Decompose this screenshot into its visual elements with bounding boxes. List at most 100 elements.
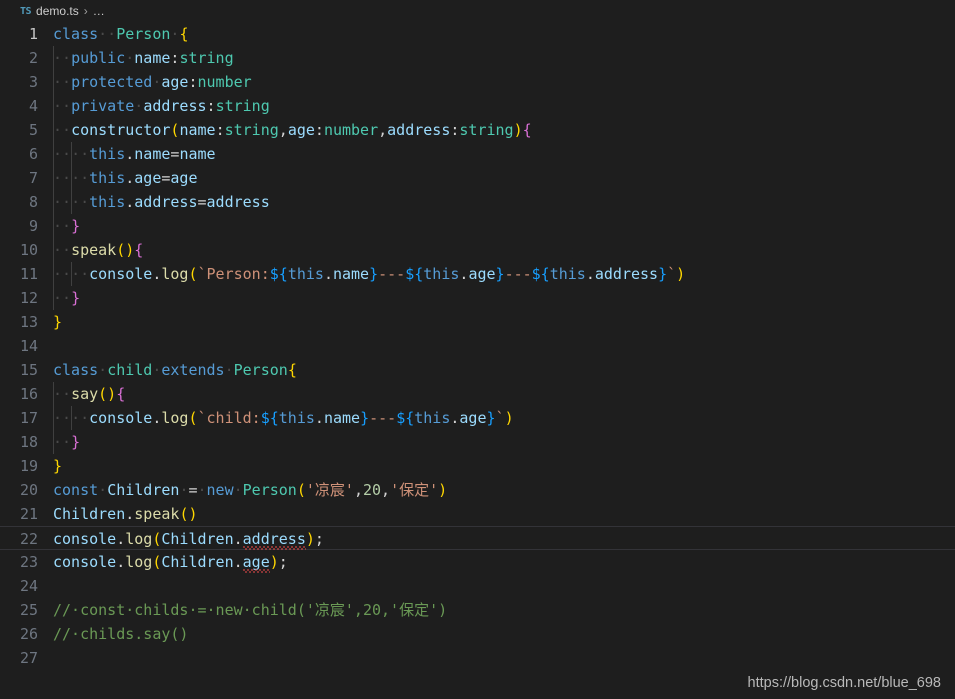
code-line[interactable]: 6 ····this.name=name [0,142,955,166]
code-line[interactable]: 5 ··constructor(name:string,age:number,ad… [0,118,955,142]
line-number: 18 [19,433,38,451]
code-token: this [423,265,460,283]
line-number: 23 [19,553,38,571]
code-token: address [143,97,207,115]
code-line-content[interactable] [52,334,955,358]
line-number: 9 [28,217,38,235]
code-line-content[interactable]: ··} [52,286,955,310]
code-token: console [89,409,153,427]
line-number: 15 [19,361,38,379]
line-number: 1 [28,25,38,43]
code-line[interactable]: 7 ····this.age=age [0,166,955,190]
code-line-content[interactable] [52,574,955,598]
code-line[interactable]: 26 //·childs.say() [0,622,955,646]
code-token: 20 [362,481,382,499]
code-line[interactable]: 15 class·child·extends·Person{ [0,358,955,382]
code-line[interactable]: 12 ··} [0,286,955,310]
code-line-content[interactable]: ····console.log(`Person:${this.name}---$… [52,262,955,286]
code-line-content[interactable]: class··Person·{ [52,22,955,46]
code-line[interactable]: 1 class··Person·{ [0,22,955,46]
code-token: string [215,97,270,115]
code-token: string [224,121,279,139]
code-token: Person: [206,265,270,283]
code-line[interactable]: 11 ····console.log(`Person:${this.name}--… [0,262,955,286]
code-token: console [53,530,117,548]
code-token: { [116,385,126,403]
code-line[interactable]: 19} [0,454,955,478]
code-line[interactable]: 13} [0,310,955,334]
line-number: 27 [19,649,38,667]
code-line-content[interactable]: console.log(Children.address); [52,527,955,549]
code-line[interactable]: 22 console.log(Children.address); [0,526,955,550]
code-line-content[interactable]: Children.speak() [52,502,955,526]
code-token: name [179,121,216,139]
code-line-content[interactable]: ··protected·age:number [52,70,955,94]
code-line-content[interactable]: ··private·address:string [52,94,955,118]
code-line-content[interactable] [52,646,955,670]
code-line-content[interactable]: //·childs.say() [52,622,955,646]
code-token: . [323,265,333,283]
line-number: 4 [28,97,38,115]
line-number: 8 [28,193,38,211]
code-token: log [125,530,153,548]
code-line-content[interactable]: //·const·childs·=·new·child('凉宸',20,'保定'… [52,598,955,622]
code-line-content[interactable]: } [52,454,955,478]
code-token: ${ [396,409,415,427]
code-token: = [197,193,207,211]
code-token: number [323,121,379,139]
code-line[interactable]: 2 ··public·name:string [0,46,955,70]
code-line[interactable]: 14 [0,334,955,358]
code-line-content[interactable]: ··say(){ [52,382,955,406]
code-token: Person [116,25,171,43]
code-line[interactable]: 8 ····this.address=address [0,190,955,214]
code-line[interactable]: 10 ··speak(){ [0,238,955,262]
code-line[interactable]: 21 Children.speak() [0,502,955,526]
code-token: · [98,481,108,499]
code-token: Children [161,553,234,571]
code-line[interactable]: 17 ····console.log(`child:${this.name}---… [0,406,955,430]
code-line-content[interactable]: ····this.address=address [52,190,955,214]
code-line-content[interactable]: console.log(Children.age); [52,550,955,574]
code-line[interactable]: 23 console.log(Children.age); [0,550,955,574]
code-line-content[interactable]: ····console.log(`child:${this.name}---${… [52,406,955,430]
code-line-content[interactable]: ··public·name:string [52,46,955,70]
code-line[interactable]: 27 [0,646,955,670]
code-line[interactable]: 3 ··protected·age:number [0,70,955,94]
code-token: Children [107,481,180,499]
code-line-content[interactable]: ··speak(){ [52,238,955,262]
code-token: this [89,193,126,211]
code-token: } [360,409,370,427]
code-content[interactable]: 1 class··Person·{2 ··public·name:string 3 ··… [0,22,955,670]
line-number: 12 [19,289,38,307]
code-token: ` [495,409,505,427]
code-token: , [278,121,288,139]
line-number: 14 [19,337,38,355]
breadcrumb-overflow[interactable]: … [93,4,106,18]
code-token: . [233,530,243,548]
code-token: '保定' [390,481,439,499]
code-line[interactable]: 25 //·const·childs·=·new·child('凉宸',20,'保… [0,598,955,622]
code-line-content[interactable]: const·Children·=·new·Person('凉宸',20,'保定'… [52,478,955,502]
code-line-content[interactable]: ····this.name=name [52,142,955,166]
code-token: this [549,265,586,283]
code-line-content[interactable]: class·child·extends·Person{ [52,358,955,382]
code-line[interactable]: 4 ··private·address:string [0,94,955,118]
code-line[interactable]: 9 ··} [0,214,955,238]
code-line-content[interactable]: } [52,310,955,334]
code-line-content[interactable]: ··} [52,430,955,454]
code-line[interactable]: 16 ··say(){ [0,382,955,406]
code-line-content[interactable]: ··} [52,214,955,238]
code-line[interactable]: 20 const·Children·=·new·Person('凉宸',20,'保… [0,478,955,502]
code-line[interactable]: 24 [0,574,955,598]
code-token: ( [296,481,306,499]
line-number: 25 [19,601,38,619]
code-token: '凉宸' [305,481,354,499]
code-token: () [179,505,198,523]
breadcrumb[interactable]: TS demo.ts › … [0,0,955,22]
code-line-content[interactable]: ··constructor(name:string,age:number,add… [52,118,955,142]
breadcrumb-file-name[interactable]: demo.ts [36,4,79,18]
code-line-content[interactable]: ····this.age=age [52,166,955,190]
indent-guide: ·· [53,166,71,190]
code-line[interactable]: 18 ··} [0,430,955,454]
code-token: Children [53,505,126,523]
